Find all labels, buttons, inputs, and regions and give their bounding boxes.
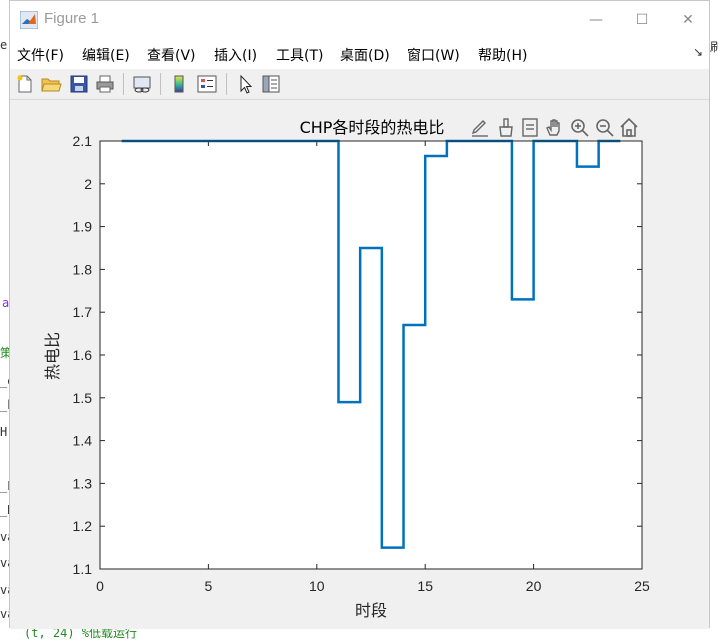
y-tick-label: 1.6 (73, 347, 93, 363)
y-tick-label: 1.8 (73, 261, 93, 277)
y-tick-label: 1.5 (73, 390, 93, 406)
x-axis-label: 时段 (355, 601, 387, 620)
pan-icon[interactable] (546, 119, 560, 136)
y-tick-label: 1.4 (73, 433, 93, 449)
chart-title: CHP各时段的热电比 (300, 118, 445, 137)
y-tick-label: 1.7 (73, 304, 93, 320)
x-tick-label: 10 (309, 578, 325, 594)
x-tick-label: 0 (96, 578, 104, 594)
y-tick-label: 1.3 (73, 475, 93, 491)
plot-svg: 1.1 1.2 1.3 1.4 1.5 1.6 1.7 1.8 1.9 2 2.1 0 5 10 15 20… (43, 117, 650, 620)
datatip-icon[interactable] (522, 118, 538, 137)
zoom-out-icon[interactable] (596, 119, 614, 137)
y-tick-label: 2.1 (73, 133, 93, 149)
y-tick-label: 2 (84, 176, 92, 192)
x-tick-label: 5 (205, 578, 213, 594)
axes-background[interactable] (100, 141, 642, 569)
y-tick-label: 1.1 (73, 561, 93, 577)
y-tick-label: 1.2 (73, 518, 93, 534)
x-tick-label: 15 (417, 578, 433, 594)
x-tick-label: 25 (634, 578, 650, 594)
edit-icon[interactable] (471, 120, 488, 137)
y-axis-label: 热电比 (43, 332, 62, 380)
y-tick-label: 1.9 (73, 219, 93, 235)
x-tick-label: 20 (526, 578, 542, 594)
brush-icon[interactable] (499, 118, 513, 137)
home-icon[interactable] (620, 117, 638, 137)
zoom-in-icon[interactable] (571, 119, 589, 137)
